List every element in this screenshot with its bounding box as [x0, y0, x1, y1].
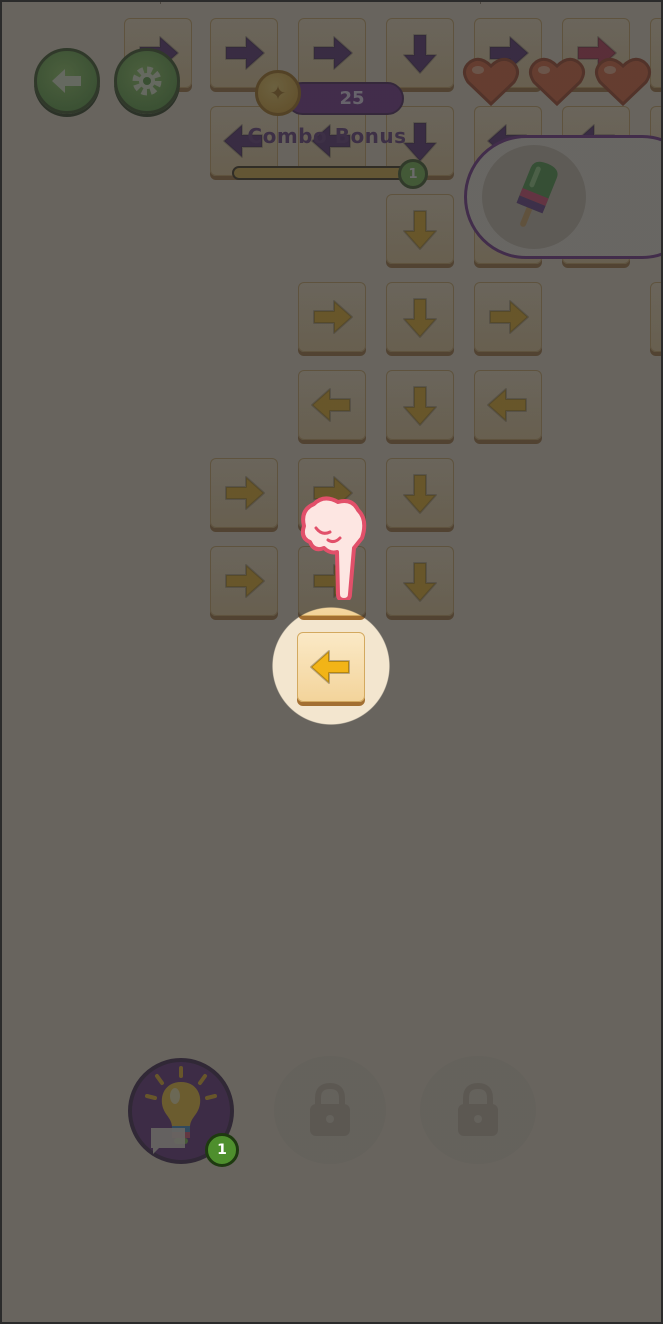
- settings-button[interactable]: [114, 48, 180, 114]
- divider: [480, 0, 481, 4]
- arrow-right-icon: [313, 36, 353, 70]
- lock-icon: [458, 1082, 498, 1136]
- goal-item-slot: [482, 145, 586, 249]
- combo-bonus-label: Combo Bonus: [247, 124, 407, 148]
- locked-booster-slot[interactable]: [420, 1056, 536, 1164]
- arrow-tile-left[interactable]: [474, 370, 542, 440]
- locked-booster-slot[interactable]: [274, 1056, 386, 1164]
- score-value: 25: [339, 88, 365, 109]
- arrow-left-icon: [310, 650, 350, 684]
- combo-level: 1: [408, 166, 418, 182]
- highlighted-arrow-tile[interactable]: [297, 632, 365, 702]
- hint-count: 1: [217, 1142, 227, 1158]
- heart-icon: [595, 57, 651, 106]
- arrow-tile-right[interactable]: [298, 18, 366, 88]
- arrow-tile-right[interactable]: [210, 458, 278, 528]
- arrow-tile-down[interactable]: [386, 458, 454, 528]
- arrow-right-icon: [225, 36, 265, 70]
- arrow-down-icon: [403, 562, 437, 602]
- arrow-right-icon: [225, 476, 265, 510]
- arrow-down-icon: [403, 386, 437, 426]
- arrow-down-icon: [403, 298, 437, 338]
- heart-icon: [463, 57, 519, 106]
- popsicle-icon: [516, 161, 558, 227]
- arrow-right-icon: [489, 300, 529, 334]
- pointing-hand-icon: [300, 496, 367, 600]
- arrow-right-icon: [313, 300, 353, 334]
- combo-progress-bar: [232, 166, 414, 180]
- arrow-tile-down[interactable]: [386, 194, 454, 264]
- hint-count-badge: 1: [205, 1133, 239, 1167]
- arrow-down-icon: [403, 210, 437, 250]
- arrow-tile-right[interactable]: [210, 546, 278, 616]
- divider: [160, 0, 161, 4]
- back-arrow-icon: [52, 69, 81, 93]
- arrow-tile-down[interactable]: [386, 282, 454, 352]
- coin-icon: ✦: [255, 70, 301, 116]
- heart-icon: [529, 57, 585, 106]
- back-button[interactable]: [34, 48, 100, 114]
- arrow-tile-left[interactable]: [298, 370, 366, 440]
- arrow-tile-down[interactable]: [386, 370, 454, 440]
- combo-level-badge: 1: [398, 159, 428, 189]
- arrow-tile-right[interactable]: [474, 282, 542, 352]
- gear-icon: [132, 66, 162, 96]
- lock-icon: [310, 1082, 350, 1136]
- score-counter: 25: [286, 82, 404, 115]
- arrow-tile-partial: [650, 282, 663, 352]
- game-screen: 25 ✦ Combo Bonus 1 1: [0, 0, 663, 1324]
- arrow-tile-down[interactable]: [386, 18, 454, 88]
- arrow-down-icon: [403, 474, 437, 514]
- arrow-tile-right[interactable]: [298, 282, 366, 352]
- arrow-right-icon: [225, 564, 265, 598]
- arrow-down-icon: [403, 34, 437, 74]
- combo-progress-fill: [234, 168, 404, 178]
- arrow-left-icon: [311, 388, 351, 422]
- arrow-left-icon: [487, 388, 527, 422]
- arrow-tile-down[interactable]: [386, 546, 454, 616]
